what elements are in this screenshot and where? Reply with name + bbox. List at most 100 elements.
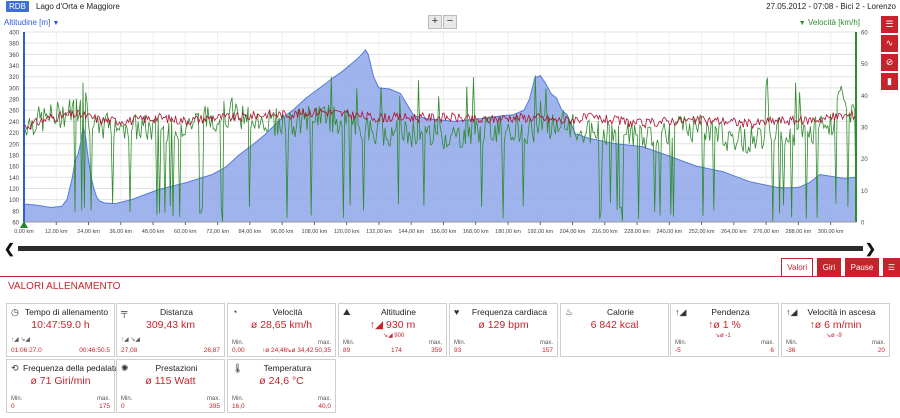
stat-value-secondary: ↘ø -9 (826, 333, 842, 339)
stat-title: Temperatura (263, 363, 312, 373)
zoom-out-button[interactable]: − (443, 15, 457, 29)
y-tick-label: 220 (9, 131, 20, 137)
stat-max-value: 40,0 (318, 403, 331, 410)
chart-scrollbar[interactable]: ❮ ❯ (0, 240, 882, 256)
stat-min-label: Min. (11, 396, 23, 402)
x-tick-label: 192,00 km (527, 229, 553, 235)
chevron-down-icon: ▼ (798, 20, 806, 27)
stat-min-value: 01:06:27.0 (11, 347, 42, 354)
scroll-left-icon[interactable]: ❮ (4, 241, 15, 257)
stat-max-value: 26,87 (203, 347, 220, 354)
stat-value: ø 24,6 °C (259, 375, 304, 387)
tab-giri[interactable]: Giri (816, 258, 842, 277)
x-tick-label: 60,00 km (174, 229, 197, 235)
stat-max-value: 175 (99, 403, 110, 410)
x-tick-label: 180,00 km (495, 229, 521, 235)
y-tick-label: 100 (9, 198, 20, 204)
stat-value: ↑ø 1 % (708, 319, 741, 331)
stat-max-label: max. (206, 396, 220, 402)
stat-value: ↑ø 6 m/min (809, 319, 862, 331)
y-tick-label: 280 (9, 98, 20, 104)
x-tick-label: 24,00 km (77, 229, 100, 235)
stat-max-label: max. (539, 340, 553, 346)
x-tick-label: 288,00 km (786, 229, 812, 235)
scroll-right-icon[interactable]: ❯ (865, 241, 876, 257)
x-tick-label: 0,00 km (14, 229, 34, 235)
stat-sub-icons: ↑◢ ↘◢ (11, 337, 30, 343)
stat-value: ↑◢ 930 m (369, 319, 416, 331)
x-tick-label: 204,00 km (560, 229, 586, 235)
y2-tick-label: 0 (861, 221, 865, 227)
stat-card: ↑◢ Velocità in ascesa ↑ø 6 m/min ↘ø -9 Min. m… (781, 303, 890, 357)
stat-card: ◷ Tempo di allenamento 10:47:59.0 h ↑◢ ↘◢ 01… (6, 303, 115, 357)
slash-circle-icon[interactable]: ⊘ (881, 54, 898, 71)
mountain-icon: ⛰ (343, 307, 351, 317)
stat-value: ø 115 Watt (145, 375, 196, 387)
x-tick-label: 48,00 km (142, 229, 165, 235)
stat-value-secondary: ↘◢ 900 (383, 333, 405, 339)
stat-min-label: Min. (232, 340, 244, 346)
panel-tabs: Valori Giri Pause ☰ (780, 258, 900, 277)
stat-value: 6 842 kcal (590, 319, 639, 331)
stat-title: Frequenza cardiaca (471, 307, 548, 317)
stat-value: 309,43 km (145, 319, 196, 331)
x-tick-label: 228,00 km (624, 229, 650, 235)
y2-tick-label: 40 (861, 94, 868, 100)
list-icon[interactable]: ☰ (882, 258, 900, 277)
panel-divider (0, 276, 900, 277)
stat-max-label: max. (317, 340, 331, 346)
activity-chart[interactable]: 6080100120140160180200220240260280300320… (0, 28, 880, 240)
stat-min-value: 93 (454, 347, 462, 354)
stat-title: Prestazioni (155, 363, 198, 373)
x-tick-label: 144,00 km (398, 229, 424, 235)
y-tick-label: 120 (9, 187, 20, 193)
clock-icon: ◷ (11, 307, 19, 317)
thermometer-icon: 🌡 (232, 363, 244, 373)
stat-min-value: 0,00 (232, 347, 245, 354)
stat-title: Altitudine (381, 307, 416, 317)
stat-min-value: -5 (675, 347, 681, 354)
right-axis-selector[interactable]: ▼ Velocità [km/h] (799, 18, 860, 27)
left-axis-selector[interactable]: Altitudine [m] ▼ (4, 18, 59, 27)
x-tick-label: 156,00 km (431, 229, 457, 235)
stat-max-value: 00:46:50.5 (79, 347, 110, 354)
x-tick-label: 264,00 km (721, 229, 747, 235)
zoom-in-button[interactable]: + (428, 15, 442, 29)
top-bar: RDB Lago d'Orta e Maggiore 27.05.2012 - … (0, 0, 900, 14)
scroll-track[interactable] (18, 246, 863, 251)
heart-icon: ♥ (454, 307, 460, 317)
stat-min-value: 0 (121, 403, 125, 410)
y2-tick-label: 50 (861, 62, 868, 68)
power-icon: ✺ (121, 363, 129, 373)
app-badge[interactable]: RDB (6, 1, 29, 12)
tab-valori[interactable]: Valori (781, 258, 814, 277)
x-tick-label: 252,00 km (689, 229, 715, 235)
stat-min-label: Min. (454, 340, 466, 346)
x-tick-label: 84,00 km (239, 229, 262, 235)
stat-value: ø 129 bpm (478, 319, 529, 331)
stat-min-label: Min. (232, 396, 244, 402)
line-chart-icon[interactable]: ∿ (881, 35, 898, 52)
stat-card: ⟲ Frequenza della pedalata ø 71 Giri/min Mi… (6, 359, 119, 413)
x-tick-label: 240,00 km (656, 229, 682, 235)
list-icon[interactable]: ☰ (881, 16, 898, 33)
stat-avg-up: ↑ø 24,46 (262, 347, 288, 354)
tab-pause[interactable]: Pause (844, 258, 880, 277)
y-tick-label: 320 (9, 75, 20, 81)
stat-max-label: max. (317, 396, 331, 402)
y2-tick-label: 60 (861, 31, 868, 37)
stat-max-label: max. (760, 340, 774, 346)
x-tick-label: 72,00 km (206, 229, 229, 235)
y-tick-label: 60 (12, 221, 19, 227)
stat-min-value: -36 (786, 347, 796, 354)
x-tick-label: 132,00 km (366, 229, 392, 235)
stat-value: 10:47:59.0 h (31, 319, 90, 331)
bar-chart-icon[interactable]: ▮ (881, 73, 898, 90)
speedometer-icon: ◔ (232, 307, 238, 317)
right-axis-title: Velocità [km/h] (807, 18, 860, 27)
stat-max-value: 395 (209, 403, 220, 410)
stat-card: ╤ Distanza 309,43 km ↑◢ ↘◢ 27,08 26,87 (116, 303, 225, 357)
stat-card: ↑◢ Pendenza ↑ø 1 % ↘ø -1 Min. max. -5 6 (670, 303, 779, 357)
stat-min-value: 16,0 (232, 403, 245, 410)
y2-tick-label: 30 (861, 126, 868, 132)
